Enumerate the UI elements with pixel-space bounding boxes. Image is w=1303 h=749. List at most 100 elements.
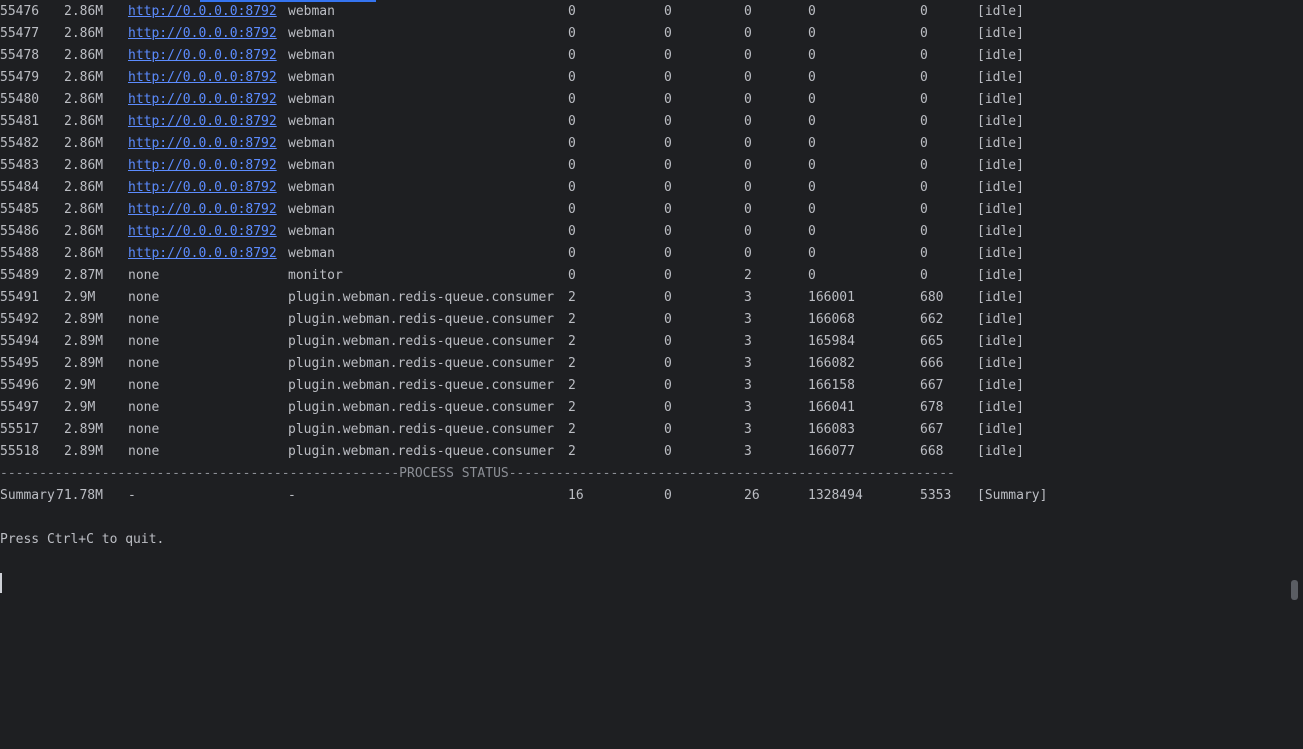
connections-cell: 2 bbox=[568, 334, 576, 349]
pid-cell: 55486 bbox=[0, 224, 40, 239]
memory-cell: 2.89M bbox=[64, 312, 104, 327]
send-fail-cell: 0 bbox=[664, 268, 672, 283]
memory-cell: 2.89M bbox=[64, 422, 104, 437]
status-cell: [idle] bbox=[977, 312, 1024, 327]
listening-cell: none bbox=[128, 334, 160, 349]
send-fail-cell: 0 bbox=[664, 114, 672, 129]
pid-cell: 55476 bbox=[0, 4, 40, 19]
total-request-cell: 166083 bbox=[808, 422, 855, 437]
listening-link[interactable]: http://0.0.0.0:8792 bbox=[128, 177, 277, 199]
worker-name-cell: webman bbox=[288, 180, 335, 195]
timers-cell: 0 bbox=[744, 70, 752, 85]
listening-link[interactable]: http://0.0.0.0:8792 bbox=[128, 243, 277, 265]
memory-cell: 2.9M bbox=[64, 290, 96, 305]
status-cell: [idle] bbox=[977, 4, 1024, 19]
memory-cell: 2.89M bbox=[64, 334, 104, 349]
summary-memory: 71.78M bbox=[56, 488, 103, 503]
listening-link[interactable]: http://0.0.0.0:8792 bbox=[128, 199, 277, 221]
total-request-cell: 166041 bbox=[808, 400, 855, 415]
pid-cell: 55483 bbox=[0, 158, 40, 173]
connections-cell: 0 bbox=[568, 268, 576, 283]
send-fail-cell: 0 bbox=[664, 70, 672, 85]
send-fail-cell: 0 bbox=[664, 400, 672, 415]
listening-link[interactable]: http://0.0.0.0:8792 bbox=[128, 67, 277, 89]
timers-cell: 0 bbox=[744, 48, 752, 63]
timers-cell: 0 bbox=[744, 202, 752, 217]
listening-link[interactable]: http://0.0.0.0:8792 bbox=[128, 133, 277, 155]
send-fail-cell: 0 bbox=[664, 378, 672, 393]
summary-label: Summary bbox=[0, 488, 55, 503]
listening-cell: none bbox=[128, 356, 160, 371]
memory-cell: 2.86M bbox=[64, 26, 104, 41]
listening-link[interactable]: http://0.0.0.0:8792 bbox=[128, 155, 277, 177]
memory-cell: 2.86M bbox=[64, 70, 104, 85]
connections-cell: 0 bbox=[568, 114, 576, 129]
listening-link[interactable]: http://0.0.0.0:8792 bbox=[128, 1, 277, 23]
pid-cell: 55495 bbox=[0, 356, 40, 371]
status-cell: [idle] bbox=[977, 400, 1024, 415]
process-status-separator: ----------------------------------------… bbox=[0, 466, 955, 481]
timers-cell: 2 bbox=[744, 268, 752, 283]
listening-link[interactable]: http://0.0.0.0:8792 bbox=[128, 23, 277, 45]
pid-cell: 55491 bbox=[0, 290, 40, 305]
timers-cell: 3 bbox=[744, 312, 752, 327]
connections-cell: 2 bbox=[568, 444, 576, 459]
listening-cell: none bbox=[128, 444, 160, 459]
terminal-output[interactable]: 55476 2.86M http://0.0.0.0:8792 webman 0 0 0 0 0… bbox=[0, 0, 1290, 603]
memory-cell: 2.86M bbox=[64, 136, 104, 151]
worker-name-cell: webman bbox=[288, 136, 335, 151]
send-fail-cell: 0 bbox=[664, 48, 672, 63]
pid-cell: 55489 bbox=[0, 268, 40, 283]
send-fail-cell: 0 bbox=[664, 422, 672, 437]
qps-cell: 0 bbox=[920, 246, 928, 261]
worker-name-cell: monitor bbox=[288, 268, 343, 283]
status-cell: [idle] bbox=[977, 92, 1024, 107]
listening-link[interactable]: http://0.0.0.0:8792 bbox=[128, 45, 277, 67]
qps-cell: 0 bbox=[920, 92, 928, 107]
qps-cell: 0 bbox=[920, 268, 928, 283]
scrollbar-thumb[interactable] bbox=[1291, 580, 1298, 600]
connections-cell: 0 bbox=[568, 180, 576, 195]
listening-link[interactable]: http://0.0.0.0:8792 bbox=[128, 89, 277, 111]
connections-cell: 0 bbox=[568, 92, 576, 107]
memory-cell: 2.9M bbox=[64, 400, 96, 415]
timers-cell: 3 bbox=[744, 334, 752, 349]
status-cell: [idle] bbox=[977, 136, 1024, 151]
qps-cell: 0 bbox=[920, 224, 928, 239]
worker-name-cell: webman bbox=[288, 70, 335, 85]
status-cell: [idle] bbox=[977, 26, 1024, 41]
summary-listening: - bbox=[128, 488, 136, 503]
total-request-cell: 0 bbox=[808, 92, 816, 107]
worker-name-cell: webman bbox=[288, 224, 335, 239]
qps-cell: 0 bbox=[920, 202, 928, 217]
send-fail-cell: 0 bbox=[664, 290, 672, 305]
total-request-cell: 0 bbox=[808, 70, 816, 85]
connections-cell: 0 bbox=[568, 70, 576, 85]
status-cell: [idle] bbox=[977, 180, 1024, 195]
memory-cell: 2.9M bbox=[64, 378, 96, 393]
qps-cell: 667 bbox=[920, 422, 944, 437]
total-request-cell: 166158 bbox=[808, 378, 855, 393]
total-request-cell: 0 bbox=[808, 114, 816, 129]
listening-link[interactable]: http://0.0.0.0:8792 bbox=[128, 111, 277, 133]
worker-name-cell: plugin.webman.redis-queue.consumer bbox=[288, 400, 555, 415]
qps-cell: 668 bbox=[920, 444, 944, 459]
summary-connections: 16 bbox=[568, 488, 584, 503]
listening-link[interactable]: http://0.0.0.0:8792 bbox=[128, 221, 277, 243]
send-fail-cell: 0 bbox=[664, 158, 672, 173]
worker-name-cell: plugin.webman.redis-queue.consumer bbox=[288, 378, 555, 393]
timers-cell: 0 bbox=[744, 114, 752, 129]
qps-cell: 0 bbox=[920, 70, 928, 85]
summary-total-request: 1328494 bbox=[808, 488, 863, 503]
scrollbar[interactable] bbox=[1290, 0, 1303, 603]
send-fail-cell: 0 bbox=[664, 202, 672, 217]
pid-cell: 55497 bbox=[0, 400, 40, 415]
summary-status: [Summary] bbox=[977, 488, 1048, 503]
connections-cell: 2 bbox=[568, 312, 576, 327]
pid-cell: 55517 bbox=[0, 422, 40, 437]
memory-cell: 2.87M bbox=[64, 268, 104, 283]
timers-cell: 0 bbox=[744, 136, 752, 151]
timers-cell: 0 bbox=[744, 246, 752, 261]
pid-cell: 55494 bbox=[0, 334, 40, 349]
summary-send-fail: 0 bbox=[664, 488, 672, 503]
